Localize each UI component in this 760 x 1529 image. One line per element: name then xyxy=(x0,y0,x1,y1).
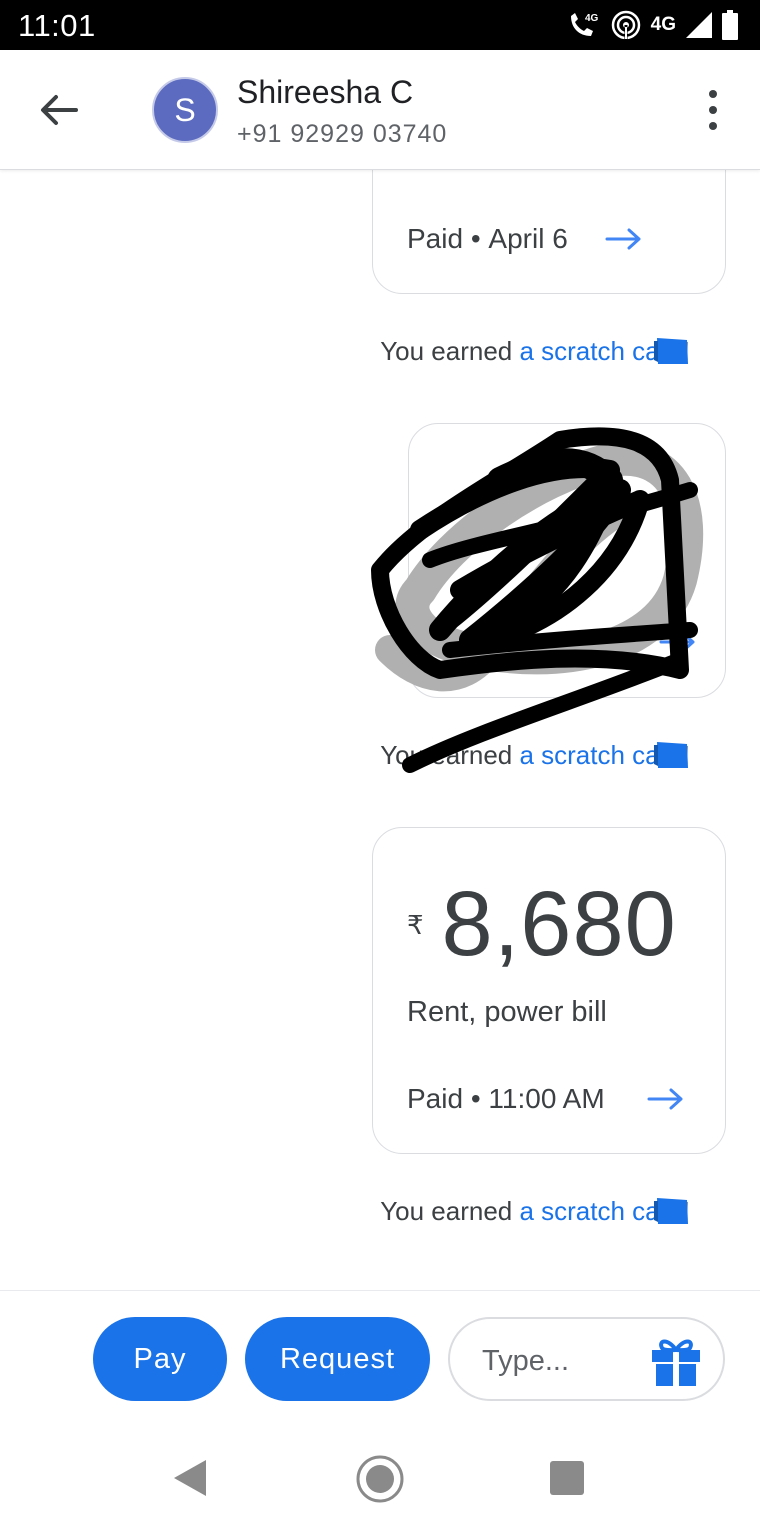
system-nav-bar xyxy=(0,1430,760,1529)
pay-button[interactable]: Pay xyxy=(93,1317,227,1401)
more-vert-icon[interactable] xyxy=(700,90,726,130)
chat-thread: Paid • April 6 You earned a scratch card… xyxy=(0,170,760,1290)
reward-notice: You earned a scratch card! xyxy=(380,1196,690,1226)
gift-icon[interactable] xyxy=(650,1336,702,1388)
payment-note: Rent, power bill xyxy=(407,996,607,1028)
redaction-scribble xyxy=(371,427,704,773)
scratch-card-icon[interactable] xyxy=(654,336,690,366)
status-time: 11:01 xyxy=(18,8,96,43)
payment-amount: ₹ 8,680 xyxy=(407,872,677,977)
network-type: 4G xyxy=(650,14,676,35)
arrow-right-icon[interactable] xyxy=(605,227,643,251)
message-field[interactable] xyxy=(448,1317,725,1401)
payment-card[interactable]: Paid • April 6 xyxy=(372,170,726,294)
reward-notice: You earned a scratch card! xyxy=(380,336,690,366)
battery-icon xyxy=(722,10,738,40)
request-button[interactable]: Request xyxy=(245,1317,430,1401)
amount-value: 8,680 xyxy=(441,873,677,975)
status-icons: 4G 4G xyxy=(567,10,738,40)
app-header: S Shireesha C +91 92929 03740 xyxy=(0,50,760,170)
message-input[interactable] xyxy=(482,1341,632,1381)
volte-call-icon: 4G xyxy=(570,13,599,36)
back-arrow-icon[interactable] xyxy=(36,87,82,133)
arrow-right-icon[interactable] xyxy=(647,1087,685,1111)
avatar[interactable]: S xyxy=(152,77,218,143)
payment-status: Paid • April 6 xyxy=(407,223,568,254)
signal-icon xyxy=(686,12,712,38)
payment-status: Paid • 11:00 AM xyxy=(407,1083,605,1114)
contact-name: Shireesha C xyxy=(237,74,414,110)
nav-recents-icon[interactable] xyxy=(550,1461,584,1495)
contact-phone: +91 92929 03740 xyxy=(237,120,448,148)
nav-back-icon[interactable] xyxy=(170,1458,208,1498)
currency-symbol: ₹ xyxy=(407,910,424,940)
scratch-card-icon[interactable] xyxy=(654,1196,690,1226)
svg-text:4G: 4G xyxy=(585,13,599,24)
composer-bar: Pay Request xyxy=(0,1290,760,1430)
payment-card[interactable]: ₹ 8,680 Rent, power bill Paid • 11:00 AM xyxy=(372,827,726,1154)
status-bar: 11:01 4G 4G xyxy=(0,0,760,50)
hotspot-icon xyxy=(611,10,640,40)
nav-home-icon[interactable] xyxy=(355,1454,405,1504)
